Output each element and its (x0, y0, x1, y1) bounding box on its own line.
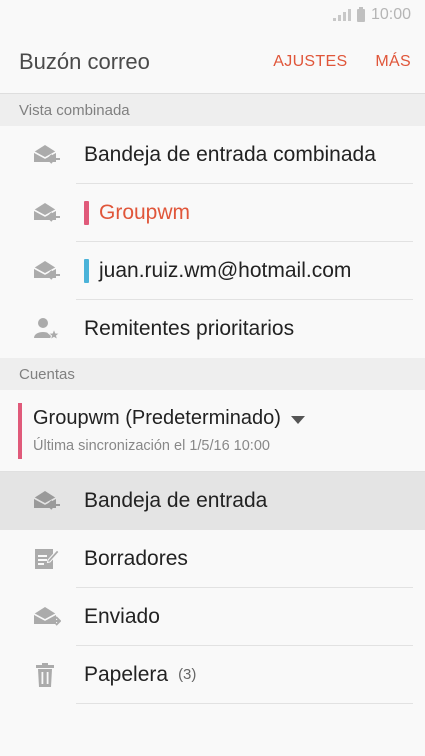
folder-trash[interactable]: Papelera (3) (0, 646, 425, 704)
inbox-icon (33, 203, 60, 222)
inbox-icon (33, 145, 60, 164)
sent-icon (33, 607, 61, 626)
priority-senders-item[interactable]: Remitentes prioritarios (0, 300, 425, 358)
trash-icon (36, 663, 54, 687)
folder-sent[interactable]: Enviado (0, 588, 425, 646)
folder-trash-label: Papelera (84, 662, 169, 686)
signal-icon (332, 9, 351, 21)
folder-sent-label: Enviado (84, 604, 160, 628)
page-title: Buzón correo (19, 48, 150, 74)
section-header-accounts: Cuentas (0, 358, 425, 390)
status-time: 10:00 (370, 6, 411, 23)
combined-account-hotmail[interactable]: juan.ruiz.wm@hotmail.com (0, 242, 425, 300)
hotmail-label: juan.ruiz.wm@hotmail.com (99, 258, 352, 282)
groupwm-label: Groupwm (99, 200, 191, 224)
account-color-bar (84, 200, 89, 225)
combined-inbox-label: Bandeja de entrada combinada (84, 142, 376, 166)
folder-inbox-label: Bandeja de entrada (84, 489, 268, 512)
account-sync-status: Última sincronización el 1/5/16 10:00 (33, 438, 270, 454)
folder-inbox[interactable]: Bandeja de entrada (0, 472, 425, 530)
folder-drafts-label: Borradores (84, 546, 188, 570)
dropdown-arrow-icon[interactable] (290, 415, 305, 424)
combined-account-groupwm[interactable]: Groupwm (0, 184, 425, 242)
folder-drafts[interactable]: Borradores (0, 530, 425, 588)
combined-inbox-item[interactable]: Bandeja de entrada combinada (0, 126, 425, 184)
account-selector[interactable]: Groupwm (Predeterminado) Última sincroni… (0, 390, 425, 472)
priority-senders-label: Remitentes prioritarios (84, 317, 295, 340)
account-color-bar (18, 402, 22, 459)
priority-sender-icon (34, 318, 61, 341)
inbox-icon (33, 261, 60, 280)
status-bar: 10:00 (0, 0, 425, 30)
account-name: Groupwm (Predeterminado) (33, 407, 281, 429)
app-bar: Buzón correo AJUSTES MÁS (0, 30, 425, 94)
trash-count-badge: (3) (178, 666, 197, 683)
account-color-bar (84, 258, 89, 283)
more-button[interactable]: MÁS (375, 53, 411, 71)
battery-icon (356, 6, 365, 22)
settings-button[interactable]: AJUSTES (273, 53, 347, 71)
inbox-icon (33, 491, 60, 510)
section-header-combined: Vista combinada (0, 94, 425, 126)
drafts-icon (35, 549, 60, 569)
